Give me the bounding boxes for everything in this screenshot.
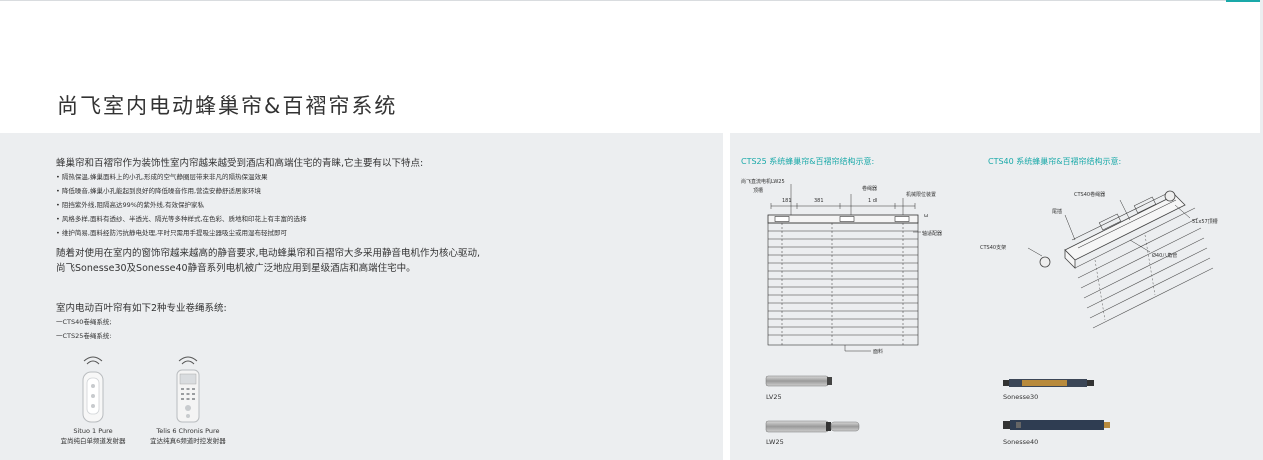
feature-list: • 隔热保温,蜂巢面料上的小孔,形成的空气静圈层带来非凡的隔热保温效果 • 降低… bbox=[56, 170, 307, 240]
motor-lw25-label: LW25 bbox=[766, 438, 784, 446]
paragraph-line: 随着对使用在室内的窗饰帘越来越高的静音要求,电动蜂巢帘和百褶帘大多采用静音电机作… bbox=[56, 248, 481, 259]
remote-desc: 宜达纯真6频道时控发射器 bbox=[150, 437, 226, 445]
label-mark: ω bbox=[924, 213, 929, 219]
label-cts40-winder: CTS40卷绳器 bbox=[1074, 192, 1106, 198]
label-dim3: 1 dl bbox=[868, 198, 878, 204]
motor-sonesse30-label: Sonesse30 bbox=[1003, 393, 1039, 401]
remote-name: Telis 6 Chronis Pure bbox=[156, 427, 220, 435]
paragraph-line: 尚飞Sonesse30及Sonesse40静音系列电机被广泛地应用到星级酒店和高… bbox=[56, 263, 416, 274]
motor-lw25-image bbox=[765, 420, 860, 433]
remote-situo: Situo 1 Pure 宜尚纯白单频道发射器 bbox=[43, 352, 143, 447]
cts25-title: CTS25 系统蜂巢帘&百褶帘结构示意: bbox=[741, 157, 875, 166]
label-bracket: CTS40支架 bbox=[980, 245, 1007, 251]
remote-telis: Telis 6 Chronis Pure 宜达纯真6频道时控发射器 bbox=[138, 352, 238, 447]
label-tube: Ø40八角管 bbox=[1152, 253, 1178, 259]
label-top-rail: 顶槽 bbox=[753, 188, 764, 194]
accent-bar bbox=[1226, 0, 1263, 2]
motor-sonesse40-image bbox=[1003, 420, 1110, 430]
feature-item: • 风格多样,面料有透纱、半透光、隔光等多种样式,在色彩、质地和印花上有丰富的选… bbox=[56, 215, 307, 223]
systems-list: 一CTS40卷绳系统; 一CTS25卷绳系统: bbox=[56, 315, 112, 343]
system-item: 一CTS40卷绳系统; bbox=[56, 318, 112, 326]
remote-desc: 宜尚纯白单频道发射器 bbox=[60, 437, 126, 445]
label-dim1: 181 bbox=[782, 198, 792, 204]
cts25-diagram bbox=[767, 184, 921, 352]
label-winder: 卷绳器 bbox=[862, 186, 878, 192]
motor-lv25-image bbox=[765, 375, 832, 387]
motor-sonesse30-image bbox=[1003, 379, 1094, 387]
label-fabric: 面料 bbox=[873, 349, 884, 355]
top-divider bbox=[0, 0, 1263, 1]
systems-heading: 室内电动百叶帘有如下2种专业卷绳系统: bbox=[56, 303, 227, 314]
label-cts40-top-rail: 51x57顶槽 bbox=[1192, 219, 1218, 225]
motor-lv25-label: LV25 bbox=[766, 393, 782, 401]
remote-name: Situo 1 Pure bbox=[73, 427, 113, 435]
feature-item: • 隔热保温,蜂巢面料上的小孔,形成的空气静圈层带来非凡的隔热保温效果 bbox=[56, 173, 268, 181]
cts40-diagram bbox=[1027, 190, 1214, 329]
feature-item: • 降低噪音,蜂巢小孔能起到良好的降低噪音作用,营造安静舒适居家环境 bbox=[56, 187, 262, 195]
motor-paragraph: 随着对使用在室内的窗饰帘越来越高的静音要求,电动蜂巢帘和百褶帘大多采用静音电机作… bbox=[56, 246, 696, 276]
label-coupler: 轴适配器 bbox=[922, 231, 943, 237]
feature-item: • 阻挡紫外线,阻隔高达99%的紫外线,有效保护家私 bbox=[56, 201, 204, 209]
cts40-title: CTS40 系统蜂巢帘&百褶帘结构示意: bbox=[988, 157, 1122, 166]
remote-telis-image bbox=[176, 356, 200, 423]
remote-situo-image bbox=[82, 356, 104, 423]
motor-sonesse40-label: Sonesse40 bbox=[1003, 438, 1039, 446]
label-limit: 机械限位装置 bbox=[906, 192, 937, 198]
label-motor: 尚飞直流电机LW25 bbox=[741, 179, 785, 185]
feature-item: • 维护简易,面料经防污抗静电处理,平时只需用手提吸尘器吸尘或用湿布轻拭即可 bbox=[56, 229, 288, 237]
page-title: 尚飞室内电动蜂巢帘&百褶帘系统 bbox=[57, 94, 398, 118]
system-item: 一CTS25卷绳系统: bbox=[56, 332, 112, 340]
label-end-cap: 尾插 bbox=[1052, 209, 1063, 215]
intro-lead: 蜂巢帘和百褶帘作为装饰性室内帘越来越受到酒店和高端住宅的青睐,它主要有以下特点: bbox=[56, 158, 424, 169]
label-dim2: 381 bbox=[814, 198, 824, 204]
